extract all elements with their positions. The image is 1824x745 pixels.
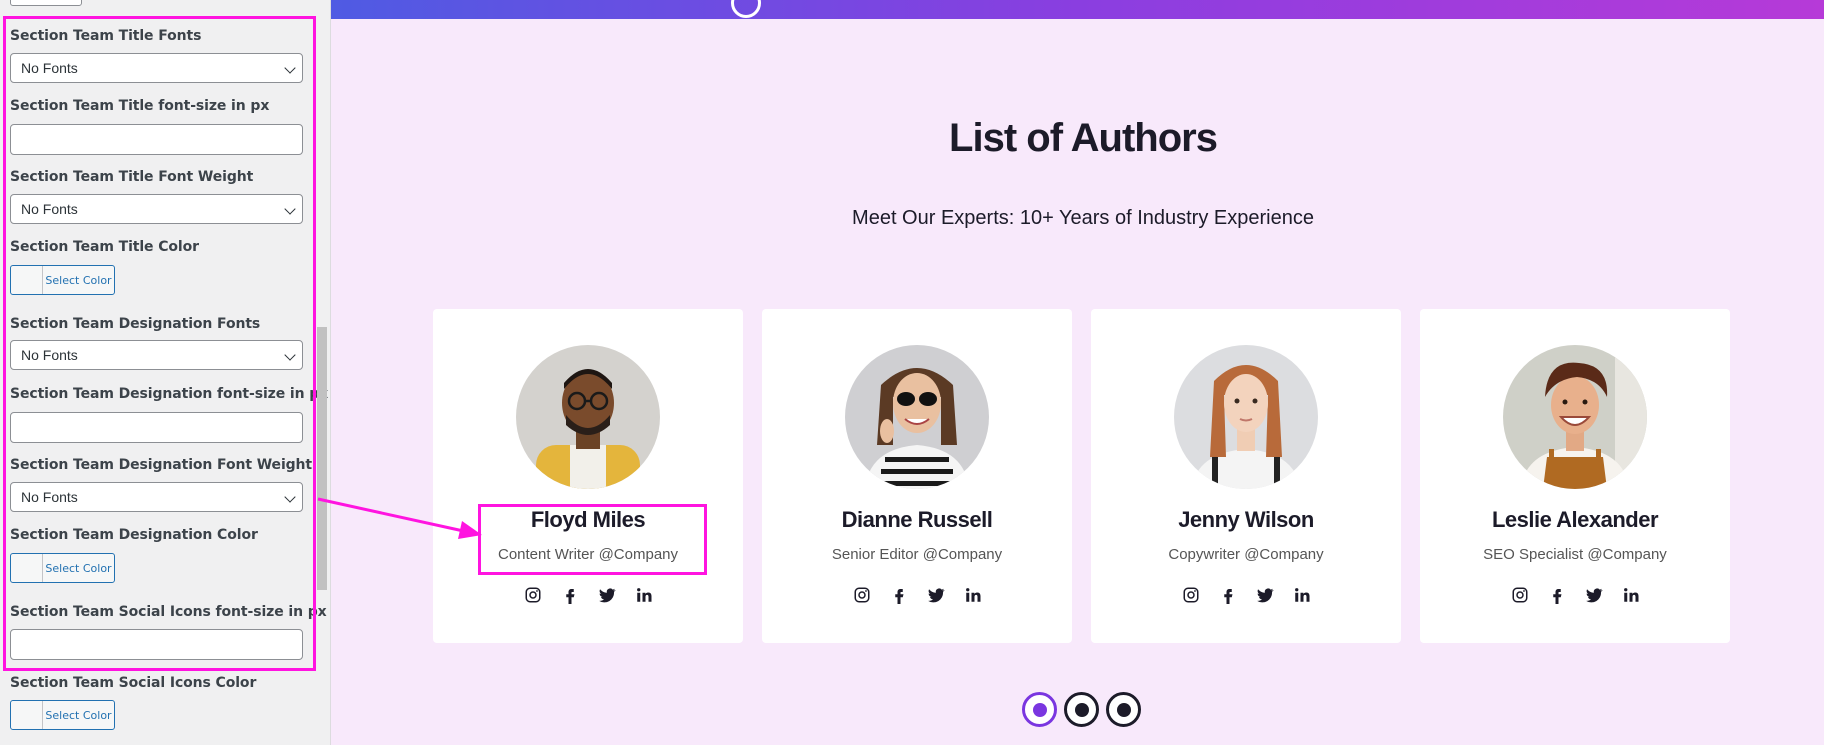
member-name: Jenny Wilson [1178, 507, 1314, 532]
previous-field-stub[interactable] [10, 0, 82, 6]
social-icons-color-button[interactable]: Select Color [10, 700, 115, 730]
name-designation-highlight-box [478, 504, 707, 575]
member-name: Dianne Russell [841, 507, 993, 532]
team-card: Dianne Russell Senior Editor @Company [762, 309, 1072, 643]
twitter-icon[interactable] [1255, 585, 1275, 605]
facebook-icon[interactable] [1547, 585, 1567, 605]
member-designation: SEO Specialist @Company [1483, 546, 1667, 563]
settings-highlight-box [3, 16, 316, 671]
header-logo-circle [731, 0, 761, 18]
member-designation: Copywriter @Company [1168, 546, 1324, 563]
section-title: List of Authors [949, 116, 1218, 160]
settings-panel: Section Team Title Fonts No Fonts Sectio… [0, 0, 331, 745]
social-links [1091, 585, 1401, 605]
member-designation: Senior Editor @Company [831, 546, 1003, 563]
member-name: Leslie Alexander [1491, 507, 1659, 532]
avatar [1503, 345, 1647, 489]
pagination-dot-3[interactable] [1106, 692, 1141, 727]
twitter-icon[interactable] [597, 585, 617, 605]
social-links [1420, 585, 1730, 605]
instagram-icon[interactable] [523, 585, 543, 605]
header-gradient-bar [331, 0, 1824, 19]
linkedin-icon[interactable] [963, 585, 983, 605]
facebook-icon[interactable] [560, 585, 580, 605]
avatar [845, 345, 989, 489]
annotation-arrow-icon [317, 497, 482, 539]
instagram-icon[interactable] [852, 585, 872, 605]
avatar [1174, 345, 1318, 489]
instagram-icon[interactable] [1510, 585, 1530, 605]
twitter-icon[interactable] [926, 585, 946, 605]
linkedin-icon[interactable] [634, 585, 654, 605]
social-links [762, 585, 1072, 605]
pagination-dot-2[interactable] [1064, 692, 1099, 727]
pagination-dot-1[interactable] [1022, 692, 1057, 727]
social-icons-color-label: Section Team Social Icons Color [10, 675, 257, 691]
facebook-icon[interactable] [1218, 585, 1238, 605]
team-card: Leslie Alexander SEO Specialist @Company [1420, 309, 1730, 643]
twitter-icon[interactable] [1584, 585, 1604, 605]
panel-scrollbar[interactable] [317, 327, 327, 590]
instagram-icon[interactable] [1181, 585, 1201, 605]
color-swatch [11, 701, 43, 729]
section-subtitle: Meet Our Experts: 10+ Years of Industry … [852, 207, 1314, 229]
avatar [516, 345, 660, 489]
linkedin-icon[interactable] [1621, 585, 1641, 605]
facebook-icon[interactable] [889, 585, 909, 605]
linkedin-icon[interactable] [1292, 585, 1312, 605]
team-card: Floyd Miles Content Writer @Company [433, 309, 743, 643]
team-card: Jenny Wilson Copywriter @Company [1091, 309, 1401, 643]
social-links [433, 585, 743, 605]
carousel-pagination [1022, 692, 1141, 727]
